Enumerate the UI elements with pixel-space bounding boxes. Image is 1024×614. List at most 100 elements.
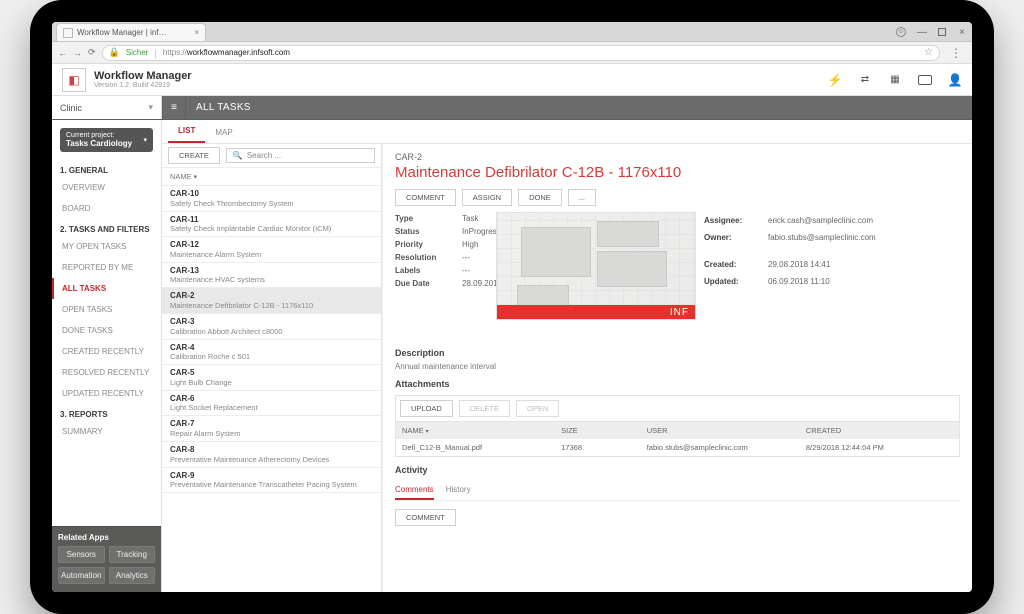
task-row[interactable]: CAR-5Light Bulb Change: [162, 365, 381, 391]
task-id: CAR-10: [170, 189, 373, 199]
sidebar-item[interactable]: ALL TASKS: [52, 278, 161, 299]
star-icon[interactable]: ☆: [924, 47, 933, 58]
omnibox[interactable]: 🔒 Sicher | https://workflowmanager.infso…: [102, 45, 940, 61]
related-app-chip[interactable]: Analytics: [109, 567, 156, 584]
value-owner: fabio.stubs@sampleclinic.com: [768, 233, 876, 242]
context-label: Clinic: [60, 103, 82, 113]
sidebar-item[interactable]: UPDATED RECENTLY: [52, 383, 161, 404]
close-tab-icon[interactable]: ×: [194, 28, 199, 37]
sidebar-item[interactable]: CREATED RECENTLY: [52, 341, 161, 362]
project-chip[interactable]: Current project: Tasks Cardiology ▾: [60, 128, 153, 152]
reload-icon[interactable]: ⟳: [88, 47, 96, 58]
back-icon[interactable]: ←: [58, 48, 67, 58]
label-status: Status: [395, 227, 450, 236]
value-labels: ---: [462, 266, 470, 275]
user-icon[interactable]: ☺: [896, 27, 906, 37]
label-labels: Labels: [395, 266, 450, 275]
sidebar-toggle-icon[interactable]: ≡: [162, 96, 186, 119]
task-row[interactable]: CAR-6Light Socket Replacement: [162, 391, 381, 417]
task-name: Preventative Maintenance Atherectomy Dev…: [170, 455, 373, 464]
page-title: ALL TASKS: [186, 96, 261, 119]
delete-button[interactable]: DELETE: [459, 400, 510, 417]
value-created: 29.08.2018 14:41: [768, 260, 830, 269]
task-id: CAR-13: [170, 266, 373, 276]
attachment-row[interactable]: Defi_C12-B_Manual.pdf17368fabio.stubs@sa…: [396, 439, 959, 456]
card-icon[interactable]: [918, 75, 932, 85]
value-updated: 06.09.2018 11:10: [768, 277, 830, 286]
task-row[interactable]: CAR-12Maintenance Alarm System: [162, 237, 381, 263]
forward-icon[interactable]: →: [73, 48, 82, 58]
related-app-chip[interactable]: Tracking: [109, 546, 156, 563]
label-created: Created:: [704, 260, 758, 269]
sidebar-item[interactable]: MY OPEN TASKS: [52, 236, 161, 257]
sidebar-item[interactable]: OVERVIEW: [52, 177, 161, 198]
screen: Workflow Manager | inf… × ☺ — × ← → ⟳ 🔒 …: [52, 22, 972, 592]
related-app-chip[interactable]: Automation: [58, 567, 105, 584]
task-title: Maintenance Defibrilator C-12B - 1176x11…: [395, 164, 960, 181]
related-app-chip[interactable]: Sensors: [58, 546, 105, 563]
description-title: Description: [395, 348, 960, 358]
add-comment-button[interactable]: COMMENT: [395, 509, 456, 526]
device-frame: Workflow Manager | inf… × ☺ — × ← → ⟳ 🔒 …: [30, 0, 994, 614]
sidebar-item[interactable]: REPORTED BY ME: [52, 257, 161, 278]
list-column-header[interactable]: NAME▾: [162, 168, 381, 186]
search-input[interactable]: 🔍 Search ...: [226, 148, 375, 163]
sidebar-item[interactable]: OPEN TASKS: [52, 299, 161, 320]
comment-button[interactable]: COMMENT: [395, 189, 456, 206]
more-button[interactable]: ...: [568, 189, 596, 206]
done-button[interactable]: DONE: [518, 189, 562, 206]
window-close-icon[interactable]: ×: [956, 26, 968, 38]
task-row[interactable]: CAR-11Safety Check Implantable Cardiac M…: [162, 212, 381, 238]
url-text: https://workflowmanager.infsoft.com: [163, 48, 290, 57]
main-tab[interactable]: LIST: [168, 120, 205, 143]
chrome-menu-icon[interactable]: ⋮: [946, 46, 966, 60]
label-type: Type: [395, 214, 450, 223]
sidebar-item[interactable]: DONE TASKS: [52, 320, 161, 341]
main-tabs: LISTMAP: [162, 120, 972, 144]
caret-down-icon[interactable]: ▾: [426, 429, 429, 435]
caret-down-icon: ▾: [194, 173, 198, 181]
task-row[interactable]: CAR-9Preventative Maintenance Transcathe…: [162, 468, 381, 494]
browser-tab[interactable]: Workflow Manager | inf… ×: [56, 23, 206, 41]
task-detail-pane: CAR-2 Maintenance Defibrilator C-12B - 1…: [382, 144, 972, 592]
task-id: CAR-8: [170, 445, 373, 455]
activity-tab[interactable]: Comments: [395, 481, 434, 500]
task-row[interactable]: CAR-3Calibration Abbott Architect c8000: [162, 314, 381, 340]
task-name: Safety Check Thrombectomy System: [170, 199, 373, 208]
grid-icon[interactable]: ▦: [888, 73, 902, 87]
task-id: CAR-3: [170, 317, 373, 327]
related-apps-title: Related Apps: [58, 533, 155, 542]
task-row[interactable]: CAR-7Repair Alarm System: [162, 416, 381, 442]
settings-sliders-icon[interactable]: ⇄: [858, 73, 872, 87]
task-id: CAR-11: [170, 215, 373, 225]
activity-tab[interactable]: History: [446, 481, 471, 500]
value-resolution: ---: [462, 253, 470, 262]
lock-icon: 🔒: [109, 47, 120, 58]
task-row[interactable]: CAR-2Maintenance Defibrilator C-12B - 11…: [162, 288, 381, 314]
task-row[interactable]: CAR-8Preventative Maintenance Atherectom…: [162, 442, 381, 468]
upload-button[interactable]: UPLOAD: [400, 400, 453, 417]
sidebar-item[interactable]: RESOLVED RECENTLY: [52, 362, 161, 383]
task-row[interactable]: CAR-10Safety Check Thrombectomy System: [162, 186, 381, 212]
secure-label: Sicher: [126, 48, 149, 57]
label-resolution: Resolution: [395, 253, 450, 262]
value-assignee: erick.cash@sampleclinic.com: [768, 216, 873, 225]
open-button[interactable]: OPEN: [516, 400, 559, 417]
bolt-icon[interactable]: ⚡: [828, 73, 842, 87]
assign-button[interactable]: ASSIGN: [462, 189, 512, 206]
sidebar-item[interactable]: SUMMARY: [52, 421, 161, 442]
create-button[interactable]: CREATE: [168, 147, 220, 164]
task-row[interactable]: CAR-13Maintenance HVAC systems: [162, 263, 381, 289]
task-row[interactable]: CAR-4Calibration Roche c 501: [162, 340, 381, 366]
map-thumbnail[interactable]: INF: [496, 212, 696, 320]
app-name: Workflow Manager: [94, 71, 192, 82]
window-maximize-icon[interactable]: [938, 28, 946, 36]
activity-title: Activity: [395, 465, 960, 475]
main-tab[interactable]: MAP: [205, 122, 242, 143]
tab-title: Workflow Manager | inf…: [77, 28, 167, 37]
window-minimize-icon[interactable]: —: [916, 26, 928, 38]
user-account-icon[interactable]: 👤: [948, 73, 962, 87]
sidebar-item[interactable]: BOARD: [52, 198, 161, 219]
context-selector[interactable]: Clinic ▾: [52, 96, 162, 119]
project-chip-label: Current project:: [66, 132, 114, 139]
